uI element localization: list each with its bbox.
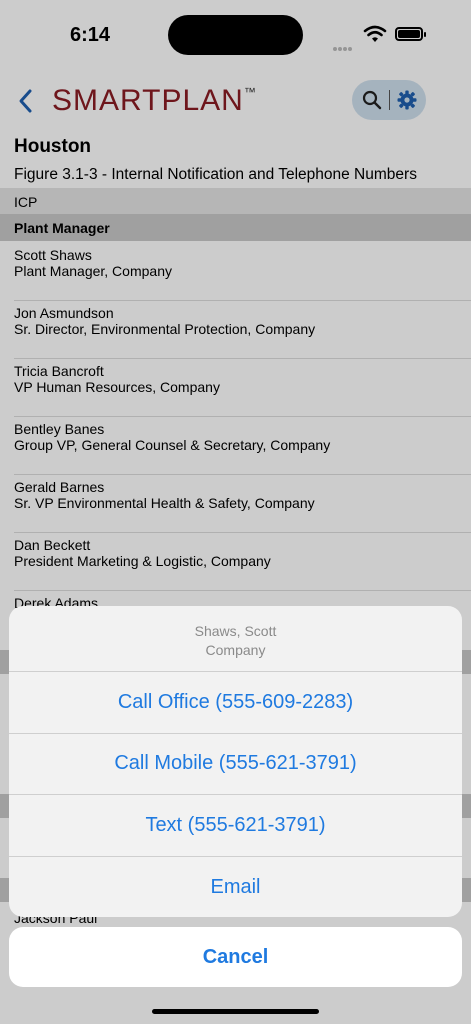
- text-button[interactable]: Text (555-621-3791): [9, 795, 462, 857]
- action-sheet: Shaws, Scott Company Call Office (555-60…: [9, 606, 462, 917]
- sheet-contact-company: Company: [205, 642, 266, 658]
- home-indicator[interactable]: [152, 1009, 319, 1014]
- cancel-button[interactable]: Cancel: [9, 927, 462, 987]
- action-sheet-header: Shaws, Scott Company: [9, 606, 462, 672]
- call-office-button[interactable]: Call Office (555-609-2283): [9, 672, 462, 734]
- screen: 6:14 SMARTPLAN™ Houston Figure 3.1-3 - I…: [0, 0, 471, 1024]
- sheet-contact-name: Shaws, Scott: [194, 623, 277, 639]
- email-button[interactable]: Email: [9, 857, 462, 918]
- call-mobile-button[interactable]: Call Mobile (555-621-3791): [9, 734, 462, 795]
